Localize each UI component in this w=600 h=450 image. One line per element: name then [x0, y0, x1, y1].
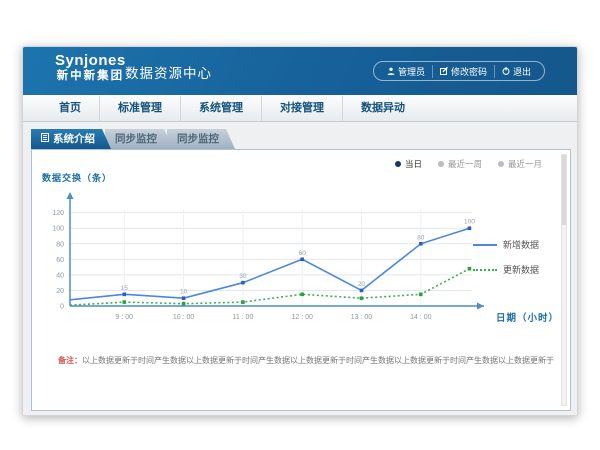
svg-text:10 : 00: 10 : 00 [173, 314, 195, 321]
panel-scrollbar[interactable] [561, 154, 567, 406]
svg-text:60: 60 [299, 250, 307, 257]
user-menu: 管理员 修改密码 退出 [373, 61, 545, 81]
svg-text:100: 100 [52, 226, 64, 233]
logo-text-secondary: 新中新集团 [55, 70, 126, 83]
footnote: 备注：以上数据更新于时间产生数据以上数据更新于时间产生数据以上数据更新于时间产生… [58, 356, 558, 366]
svg-text:20: 20 [56, 288, 64, 295]
tab-sync-monitor-1-label: 同步监控 [115, 129, 157, 149]
legend-new-data-label: 新增数据 [503, 238, 539, 251]
filter-last-week[interactable]: 最近一周 [438, 158, 482, 170]
svg-text:80: 80 [56, 241, 64, 248]
logo-text-primary: Synjones [55, 53, 126, 70]
company-logo: Synjones 新中新集团 [55, 53, 126, 82]
radio-selected-icon [395, 161, 401, 167]
svg-text:30: 30 [239, 273, 247, 280]
tab-sync-monitor-2[interactable]: 同步监控 [167, 129, 235, 149]
tab-sync-monitor-2-label: 同步监控 [177, 129, 219, 149]
svg-text:100: 100 [464, 219, 475, 226]
nav-item-standard-mgmt[interactable]: 标准管理 [99, 96, 180, 121]
svg-text:60: 60 [56, 257, 64, 264]
svg-text:120: 120 [52, 210, 64, 217]
blue-line-sample-icon [473, 244, 497, 246]
svg-text:0: 0 [60, 304, 64, 311]
tab-bar: 系统介绍 同步监控 同步监控 [31, 129, 229, 149]
time-range-filters: 当日 最近一周 最近一月 [395, 158, 542, 170]
content-area: 系统介绍 同步监控 同步监控 当日 最 [23, 122, 577, 415]
tab-system-intro[interactable]: 系统介绍 [31, 129, 111, 149]
tab-sync-monitor-1[interactable]: 同步监控 [105, 129, 173, 149]
legend-item-updated-data[interactable]: 更新数据 [473, 263, 539, 276]
svg-text:20: 20 [358, 281, 366, 288]
filter-last-week-label: 最近一周 [448, 158, 482, 170]
svg-text:15: 15 [121, 285, 129, 292]
svg-text:10: 10 [180, 289, 188, 296]
radio-unselected-icon [498, 161, 504, 167]
scrollbar-thumb[interactable] [562, 155, 566, 225]
app-window: Synjones 新中新集团 数据资源中心 管理员 修改密码 [22, 46, 578, 416]
green-dotted-sample-icon [473, 269, 497, 271]
svg-text:40: 40 [56, 272, 64, 279]
footnote-text: 以上数据更新于时间产生数据以上数据更新于时间产生数据以上数据更新于时间产生数据以… [82, 356, 554, 365]
legend-updated-data-label: 更新数据 [503, 263, 539, 276]
svg-text:9 : 00: 9 : 00 [116, 314, 134, 321]
user-menu-change-password[interactable]: 修改密码 [432, 65, 494, 78]
svg-text:12 : 00: 12 : 00 [291, 314, 313, 321]
nav-item-integration-mgmt[interactable]: 对接管理 [261, 96, 342, 121]
edit-password-icon [440, 67, 448, 75]
user-menu-logout-label: 退出 [513, 65, 531, 78]
user-menu-admin[interactable]: 管理员 [380, 65, 432, 78]
svg-text:日期（小时）: 日期（小时） [496, 312, 559, 324]
nav-item-home[interactable]: 首页 [41, 96, 99, 121]
document-icon [41, 129, 49, 149]
tab-system-intro-label: 系统介绍 [53, 129, 95, 149]
filter-last-month[interactable]: 最近一月 [498, 158, 542, 170]
svg-text:13 : 00: 13 : 00 [351, 314, 373, 321]
filter-today[interactable]: 当日 [395, 158, 422, 170]
user-menu-change-password-label: 修改密码 [451, 65, 487, 78]
screenshot-canvas: Synjones 新中新集团 数据资源中心 管理员 修改密码 [0, 0, 600, 450]
logout-icon [502, 67, 510, 75]
footnote-prefix: 备注： [58, 356, 82, 365]
app-header: Synjones 新中新集团 数据资源中心 管理员 修改密码 [23, 47, 577, 95]
user-icon [387, 67, 395, 75]
chart-legend: 新增数据 更新数据 [473, 238, 539, 288]
user-menu-logout[interactable]: 退出 [494, 65, 538, 78]
main-nav: 首页 标准管理 系统管理 对接管理 数据异动 [23, 95, 577, 122]
nav-item-data-changes[interactable]: 数据异动 [342, 96, 423, 121]
page-title: 数据资源中心 [125, 62, 212, 82]
user-menu-admin-label: 管理员 [398, 65, 425, 78]
radio-unselected-icon [438, 161, 444, 167]
svg-text:14 : 00: 14 : 00 [410, 314, 432, 321]
filter-today-label: 当日 [405, 158, 422, 170]
legend-item-new-data[interactable]: 新增数据 [473, 238, 539, 251]
svg-text:11 : 00: 11 : 00 [232, 314, 253, 321]
svg-text:80: 80 [417, 234, 425, 241]
filter-last-month-label: 最近一月 [508, 158, 542, 170]
nav-item-system-mgmt[interactable]: 系统管理 [180, 96, 261, 121]
chart-panel: 当日 最近一周 最近一月 数据交换（条） 0204060801001209 : … [31, 149, 571, 411]
